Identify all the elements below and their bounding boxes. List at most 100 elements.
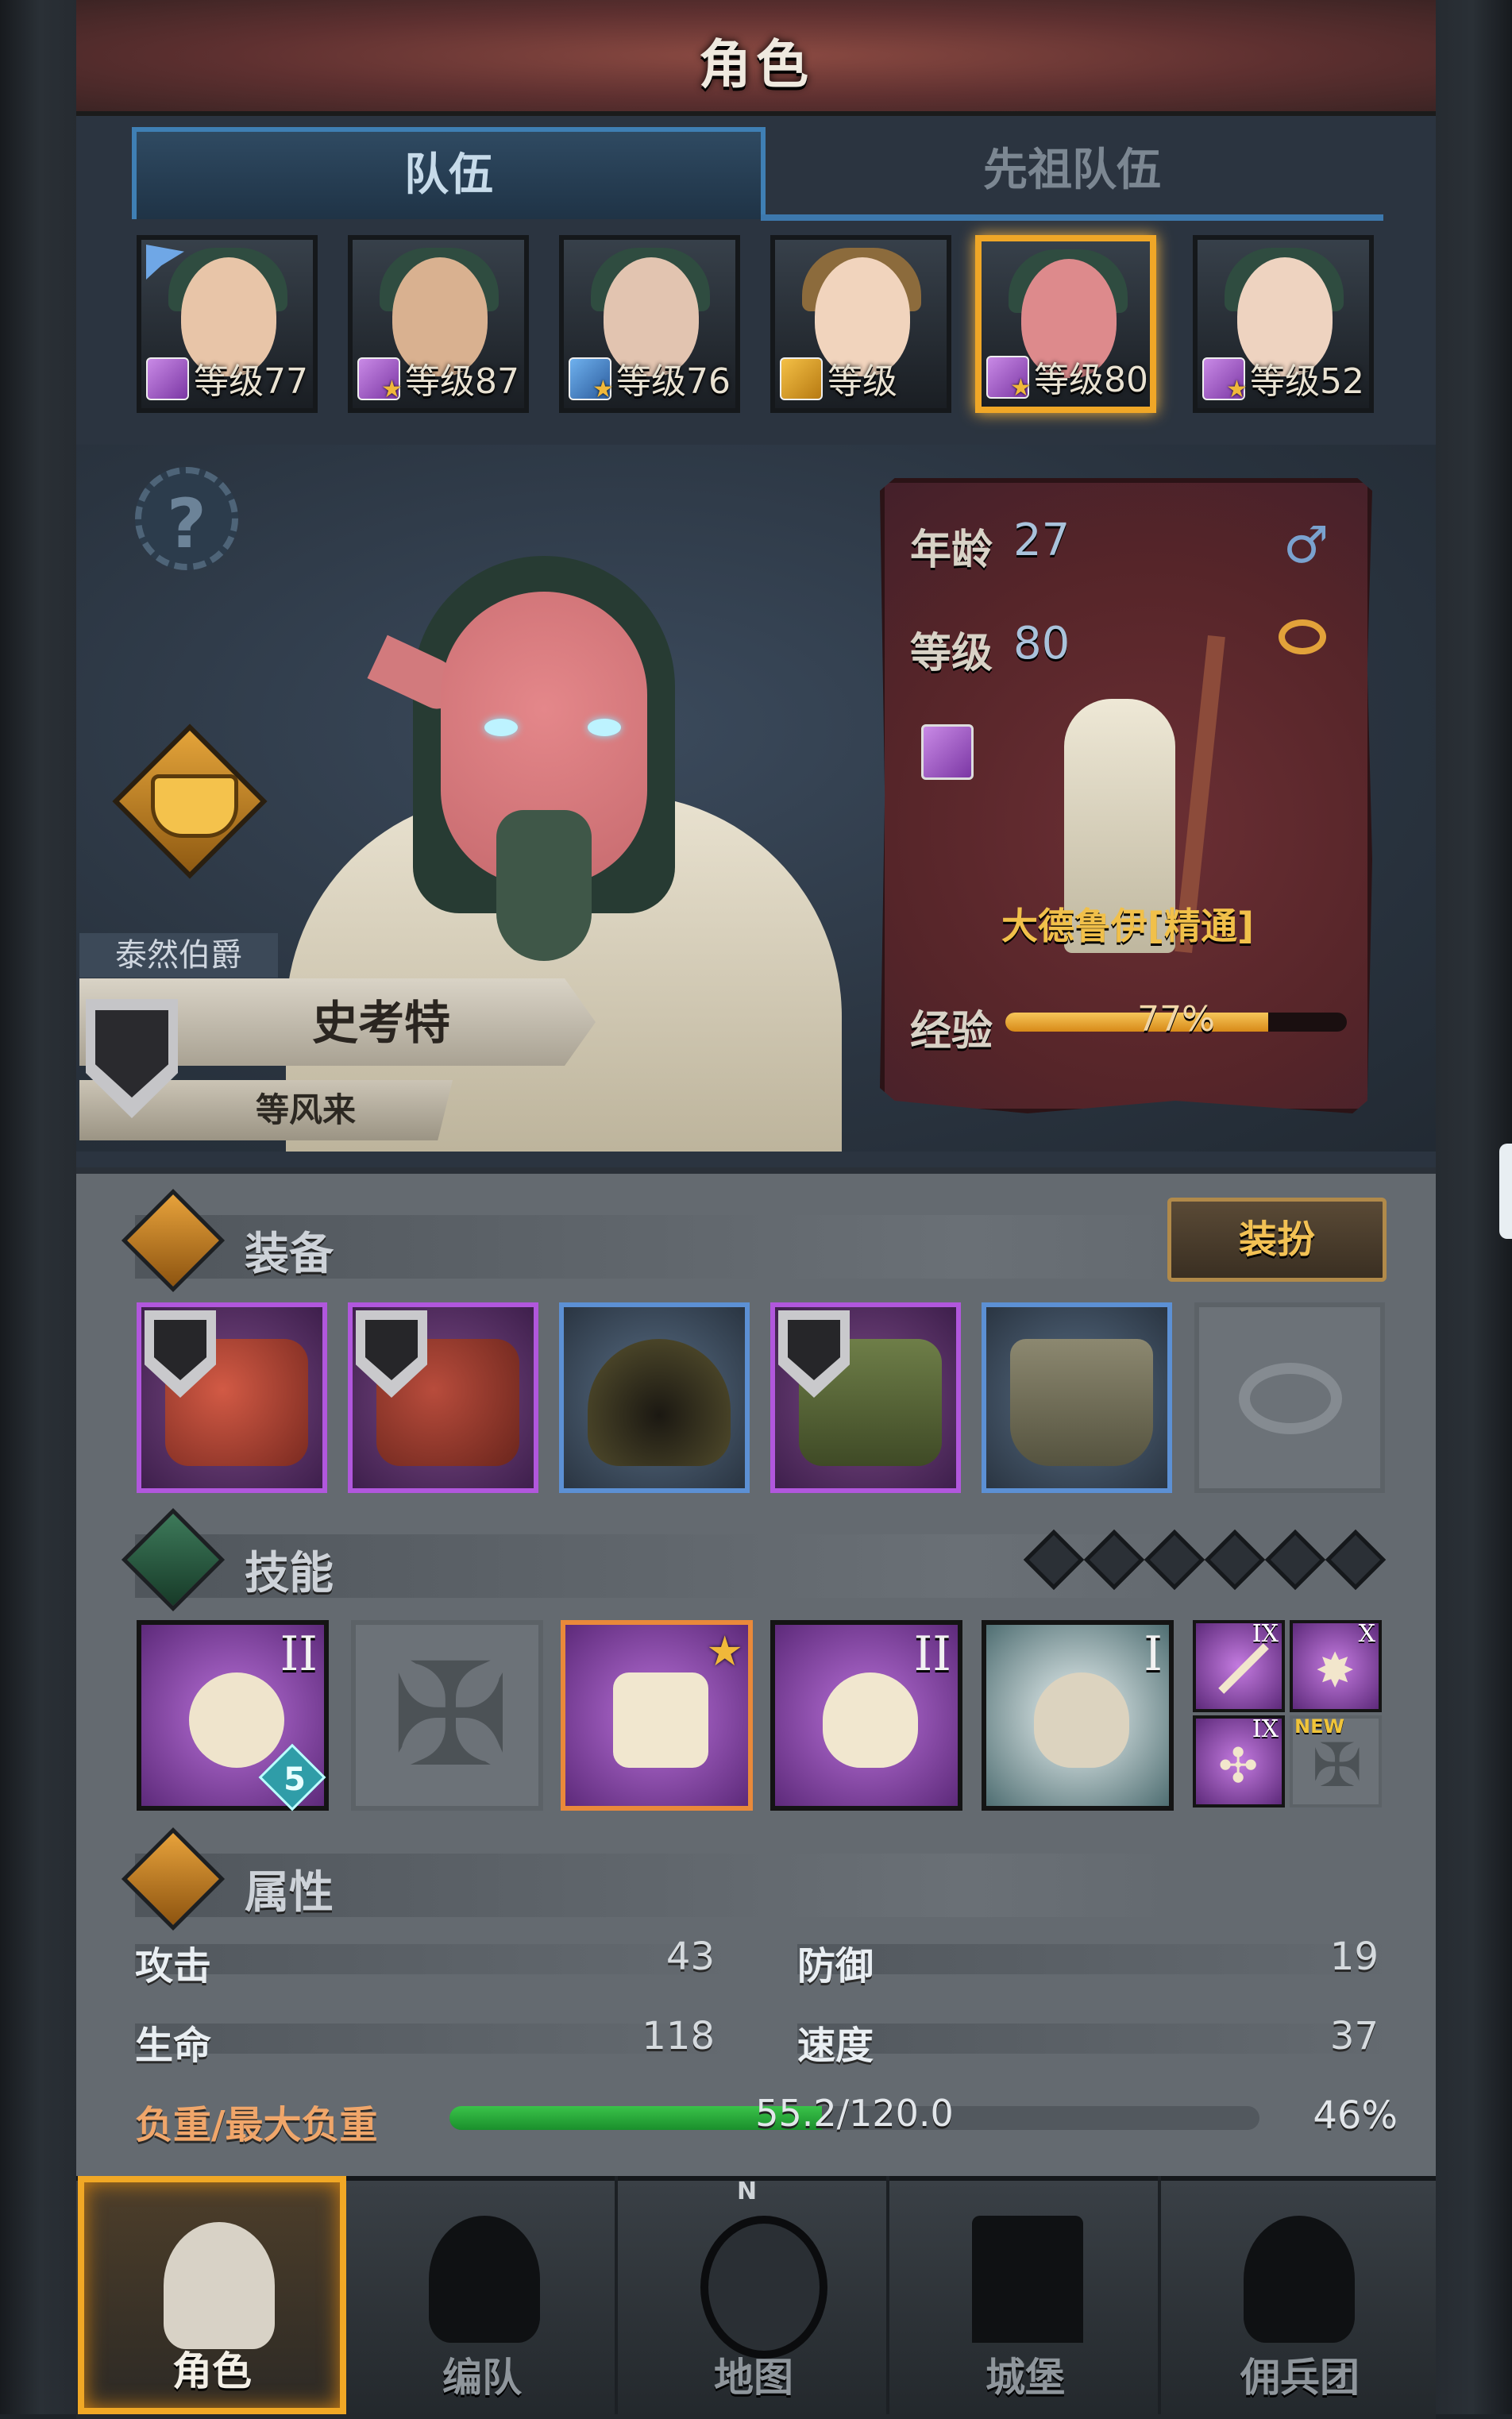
side-pull-tab[interactable] (1499, 1144, 1512, 1239)
tab-team[interactable]: 队伍 (132, 127, 766, 219)
level-label: 等级77 (194, 361, 308, 402)
compass-icon (700, 2216, 827, 2359)
skill-rank: X (1358, 1620, 1375, 1648)
tab-ancestor-team[interactable]: 先祖队伍 (761, 127, 1383, 221)
cross-icon: ✠ (391, 1633, 511, 1799)
hero-name[interactable]: 史考特 (238, 991, 524, 1055)
nav-map[interactable]: 地图 (621, 2176, 889, 2414)
party-member-4[interactable]: 等级101 (770, 235, 951, 413)
skill-target[interactable]: ✣ IX (1193, 1715, 1285, 1807)
knight-icon (164, 2222, 275, 2349)
skill-crystal-tornado[interactable]: ★ (561, 1620, 753, 1811)
mercenary-icon (1244, 2216, 1355, 2343)
help-icon[interactable]: ? (135, 467, 238, 570)
equipment-title: 装备 (245, 1229, 334, 1280)
flame-icon (189, 1672, 284, 1768)
equip-slot-ring-empty[interactable] (1194, 1302, 1385, 1493)
defense-label: 防御 (797, 1944, 874, 1989)
skill-rank: I (1144, 1626, 1163, 1682)
character-eye-right (588, 719, 621, 736)
skill-crystal-hand[interactable]: II (770, 1620, 962, 1811)
equip-slot-armor[interactable] (770, 1302, 961, 1493)
level-label: 等级80 (1034, 360, 1148, 400)
age-label: 年龄 (910, 527, 993, 574)
class-staff-icon (921, 724, 974, 780)
hero-title: 泰然伯爵 (79, 933, 278, 978)
hood-icon (588, 1339, 731, 1466)
equip-slot-hood[interactable] (559, 1302, 750, 1493)
party-member-2[interactable]: ★ 等级87 (348, 235, 529, 413)
star-icon: ★ (706, 1628, 743, 1676)
level-label: 等级76 (616, 361, 731, 402)
nav-castle[interactable]: 城堡 (893, 2176, 1161, 2414)
nav-label: 编队 (442, 2355, 522, 2401)
crystal-tornado-icon (613, 1672, 708, 1768)
party-member-6[interactable]: ★ 等级52 (1193, 235, 1374, 413)
level-label: 等级52 (1250, 361, 1364, 402)
skill-rank: IX (1252, 1715, 1279, 1743)
equip-slot-boots[interactable] (982, 1302, 1172, 1493)
ring-icon[interactable] (1279, 619, 1326, 654)
cross-icon: ✠ (1312, 1730, 1363, 1800)
skill-empty-small[interactable]: ✠ NEW (1290, 1715, 1382, 1807)
attributes-title: 属性 (245, 1867, 334, 1919)
skill-crystal-hand-white[interactable]: I (982, 1620, 1174, 1811)
page-title: 角色 (699, 34, 813, 95)
skill-burst[interactable]: ✸ X (1290, 1620, 1382, 1712)
title-bar: 角色 (76, 0, 1436, 116)
compass-north-label: N (737, 2178, 758, 2205)
level-label: 等级 (910, 630, 993, 677)
skill-flame[interactable]: II 5 (137, 1620, 329, 1811)
nav-label: 角色 (172, 2348, 252, 2394)
skill-rank: IX (1252, 1620, 1279, 1648)
speed-value: 37 (1329, 2014, 1379, 2058)
hp-label: 生命 (135, 2024, 212, 2068)
speed-label: 速度 (797, 2024, 874, 2068)
skill-rank: II (280, 1626, 318, 1682)
hero-nickname: 等风来 (255, 1090, 356, 1129)
defense-value: 19 (1329, 1935, 1379, 1979)
nav-character[interactable]: 角色 (78, 2176, 346, 2414)
potion-flask (151, 774, 238, 838)
boots-icon (1010, 1339, 1153, 1466)
spear-icon (1218, 1643, 1269, 1694)
attack-value: 43 (665, 1935, 715, 1979)
helmet-icon (429, 2216, 540, 2343)
castle-icon (972, 2216, 1083, 2343)
party-member-5-selected[interactable]: ★ 等级80 (975, 235, 1156, 413)
ring-placeholder-icon (1239, 1363, 1342, 1434)
load-label: 负重/最大负重 (135, 2103, 378, 2147)
hp-value: 118 (642, 2014, 715, 2058)
exp-label: 经验 (910, 1008, 993, 1055)
age-value: 27 (1013, 515, 1070, 566)
class-name: 大德鲁伊[精通] (1001, 905, 1255, 947)
new-badge: NEW (1294, 1715, 1344, 1738)
skill-spear[interactable]: IX (1193, 1620, 1285, 1712)
nav-label: 城堡 (986, 2355, 1065, 2401)
burst-icon: ✸ (1315, 1643, 1356, 1699)
nav-label: 佣兵团 (1240, 2355, 1360, 2401)
character-beard (496, 810, 592, 961)
nav-formation[interactable]: 编队 (349, 2176, 618, 2414)
skills-title: 技能 (245, 1548, 334, 1599)
party-member-3[interactable]: ★ 等级76 (559, 235, 740, 413)
nav-label: 地图 (714, 2355, 793, 2401)
level-label: 等级101 (827, 361, 897, 408)
nav-mercenary[interactable]: 佣兵团 (1164, 2176, 1436, 2414)
exp-percent: 77% (1137, 999, 1215, 1040)
level-label: 等级87 (405, 361, 519, 402)
party-member-1[interactable]: 等级77 (137, 235, 318, 413)
load-percent: 46% (1313, 2093, 1398, 2138)
target-icon: ✣ (1218, 1738, 1259, 1794)
crystal-hand-icon (1034, 1672, 1129, 1768)
dress-up-button[interactable]: 装扮 (1167, 1198, 1387, 1282)
attack-label: 攻击 (135, 1944, 212, 1989)
equip-slot-claw-1[interactable] (137, 1302, 327, 1493)
male-icon: ♂ (1283, 516, 1329, 575)
equip-slot-claw-2[interactable] (348, 1302, 538, 1493)
crystal-hand-icon (823, 1672, 918, 1768)
skill-empty[interactable]: ✠ (351, 1620, 543, 1811)
skill-level-badge: 5 (284, 1761, 306, 1798)
character-eye-left (484, 719, 518, 736)
tab-bar: 队伍 先祖队伍 (132, 127, 1383, 221)
